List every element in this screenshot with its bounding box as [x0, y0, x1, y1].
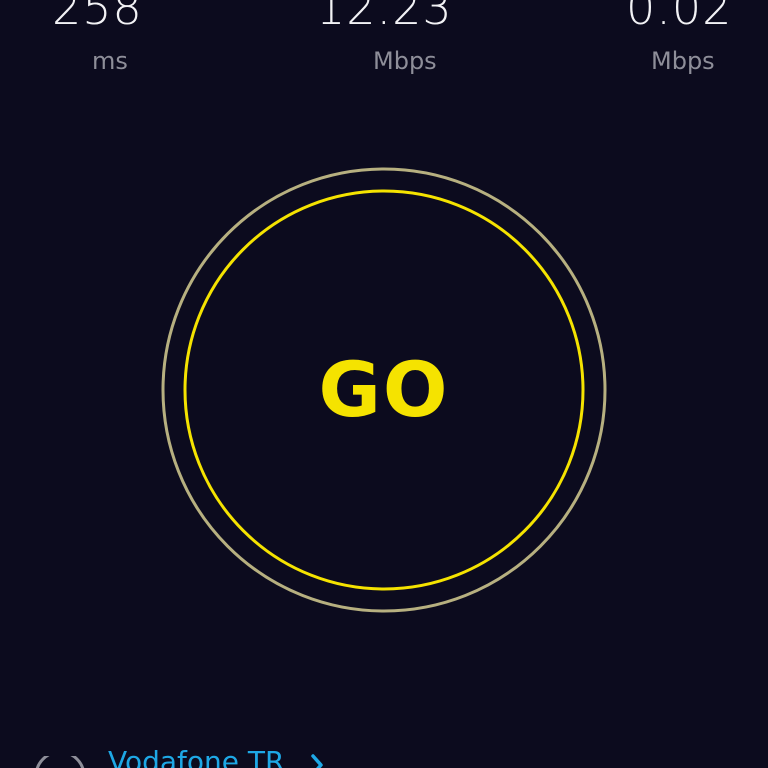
ping-unit: ms — [92, 47, 128, 75]
provider-name[interactable]: Vodafone TR — [108, 744, 284, 768]
chevron-right-icon[interactable] — [310, 754, 324, 768]
go-button-container: GO — [161, 167, 607, 613]
go-label: GO — [318, 344, 450, 434]
upload-value: 0.02 — [626, 0, 733, 35]
globe-icon — [35, 756, 85, 768]
download-unit: Mbps — [373, 47, 437, 75]
upload-unit: Mbps — [651, 47, 715, 75]
ping-value: 258 — [52, 0, 143, 35]
go-button[interactable]: GO — [184, 190, 584, 590]
download-value: 12.23 — [316, 0, 453, 35]
provider-row[interactable]: Vodafone TR — [0, 736, 768, 768]
